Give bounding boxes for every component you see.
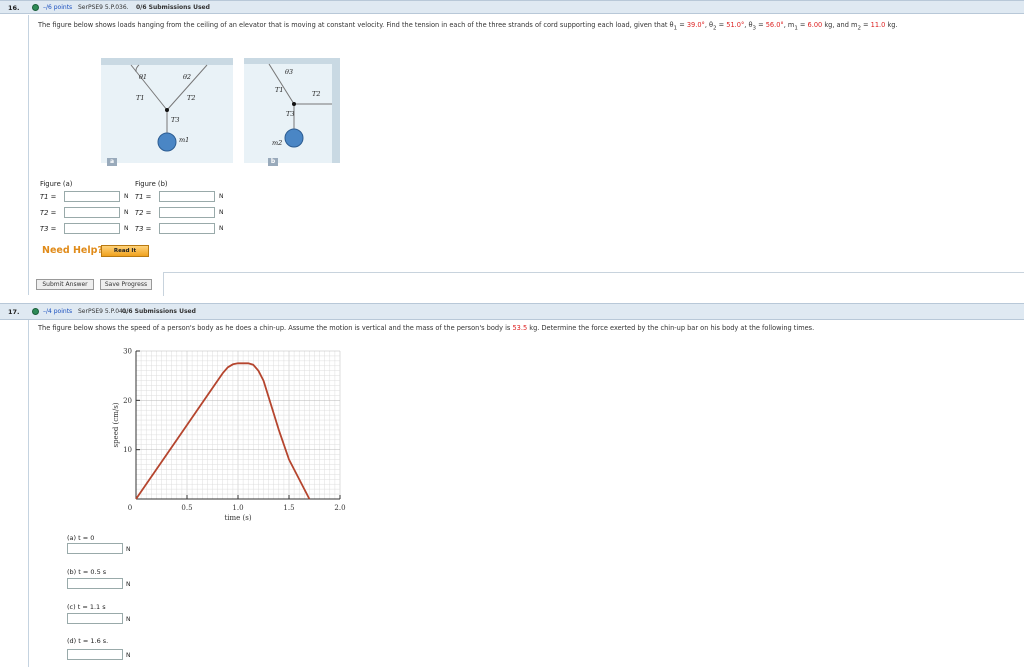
question-16-prompt: The figure below shows loads hanging fro… — [38, 21, 898, 32]
problem-source: SerPSE9 5.P.036. — [78, 4, 129, 11]
question-16-rule — [28, 15, 29, 295]
y-tick-label: 30 — [123, 348, 132, 356]
x-tick-label: 0.5 — [181, 504, 192, 512]
question-17-rule — [28, 320, 29, 667]
part-b-input[interactable] — [67, 578, 123, 589]
save-progress-button[interactable]: Save Progress — [100, 279, 152, 290]
figure-a: θ1 θ2 T1 T2 T3 m1 — [101, 58, 233, 163]
part-b-label: (b) t = 0.5 s — [67, 568, 107, 576]
x-tick-label: 1.0 — [232, 504, 243, 512]
figure-b-column-title: Figure (b) — [135, 180, 168, 188]
part-c-unit: N — [126, 616, 131, 623]
figure-a-t3-input[interactable] — [64, 223, 120, 234]
submissions-used: 0/6 Submissions Used — [122, 308, 196, 315]
question-17-prompt: The figure below shows the speed of a pe… — [38, 324, 815, 332]
figure-a-theta1: θ1 — [139, 73, 148, 81]
figure-b-t2-row: T2 = N — [135, 207, 224, 218]
y-tick-label: 10 — [123, 446, 132, 454]
figure-b: θ3 T1 T2 T3 m2 — [244, 58, 340, 163]
figure-b-t2-input[interactable] — [159, 207, 215, 218]
figure-a-t1: T1 — [136, 94, 145, 102]
question-number: 17. — [8, 308, 20, 316]
figure-b-tag: b — [268, 158, 278, 166]
figure-b-t1: T1 — [275, 86, 284, 94]
status-dot-icon — [32, 4, 39, 11]
figure-a-t1-input[interactable] — [64, 191, 120, 202]
points-link[interactable]: –/6 points — [43, 4, 72, 11]
divider-vertical — [163, 272, 164, 296]
part-a-unit: N — [126, 546, 131, 553]
part-c-input[interactable] — [67, 613, 123, 624]
part-d-unit: N — [126, 652, 131, 659]
part-a-input[interactable] — [67, 543, 123, 554]
figure-a-t1-row: T1 = N — [40, 191, 129, 202]
figure-a-t2-input[interactable] — [64, 207, 120, 218]
x-tick-label: 1.5 — [283, 504, 294, 512]
figure-a-t3-row: T3 = N — [40, 223, 129, 234]
speed-time-chart: 0.5 1.0 1.5 2.0 30 20 10 0 time (s) speed (cm/s) — [112, 348, 346, 523]
figure-a-t2-row: T2 = N — [40, 207, 129, 218]
x-axis-label: time (s) — [224, 514, 251, 522]
question-17-header: 17. –/4 points SerPSE9 5.P.041. 0/6 Subm… — [0, 303, 1024, 320]
figure-b-t2: T2 — [312, 90, 321, 98]
part-d-input[interactable] — [67, 649, 123, 660]
divider — [163, 272, 1024, 273]
x-tick-label: 2.0 — [334, 504, 345, 512]
figure-a-diagram — [101, 58, 233, 152]
points-link[interactable]: –/4 points — [43, 308, 72, 315]
y-axis-label: speed (cm/s) — [112, 402, 120, 447]
figure-b-t3: T3 — [286, 110, 295, 118]
figure-b-t1-row: T1 = N — [135, 191, 224, 202]
figure-a-m1: m1 — [179, 136, 190, 144]
figure-b-m2: m2 — [272, 139, 283, 147]
figure-b-t1-input[interactable] — [159, 191, 215, 202]
submissions-used: 0/6 Submissions Used — [136, 4, 210, 11]
figure-a-t3: T3 — [171, 116, 180, 124]
part-b-unit: N — [126, 581, 131, 588]
need-help-label: Need Help? — [42, 245, 103, 256]
figure-a-column-title: Figure (a) — [40, 180, 73, 188]
part-a-label: (a) t = 0 — [67, 534, 95, 542]
question-number: 16. — [8, 4, 20, 12]
problem-source: SerPSE9 5.P.041. — [78, 308, 129, 315]
figure-a-theta2: θ2 — [183, 73, 192, 81]
origin-label: 0 — [128, 504, 132, 512]
figure-a-t2: T2 — [187, 94, 196, 102]
figure-a-tag: a — [107, 158, 117, 166]
read-it-button[interactable]: Read It — [101, 245, 149, 257]
part-c-label: (c) t = 1.1 s — [67, 603, 106, 611]
question-16-header: 16. –/6 points SerPSE9 5.P.036. 0/6 Subm… — [0, 0, 1024, 14]
status-dot-icon — [32, 308, 39, 315]
part-d-label: (d) t = 1.6 s. — [67, 637, 109, 645]
figure-b-t3-row: T3 = N — [135, 223, 224, 234]
y-tick-label: 20 — [123, 397, 132, 405]
figure-b-theta3: θ3 — [285, 68, 294, 76]
figure-b-t3-input[interactable] — [159, 223, 215, 234]
submit-answer-button[interactable]: Submit Answer — [36, 279, 94, 290]
